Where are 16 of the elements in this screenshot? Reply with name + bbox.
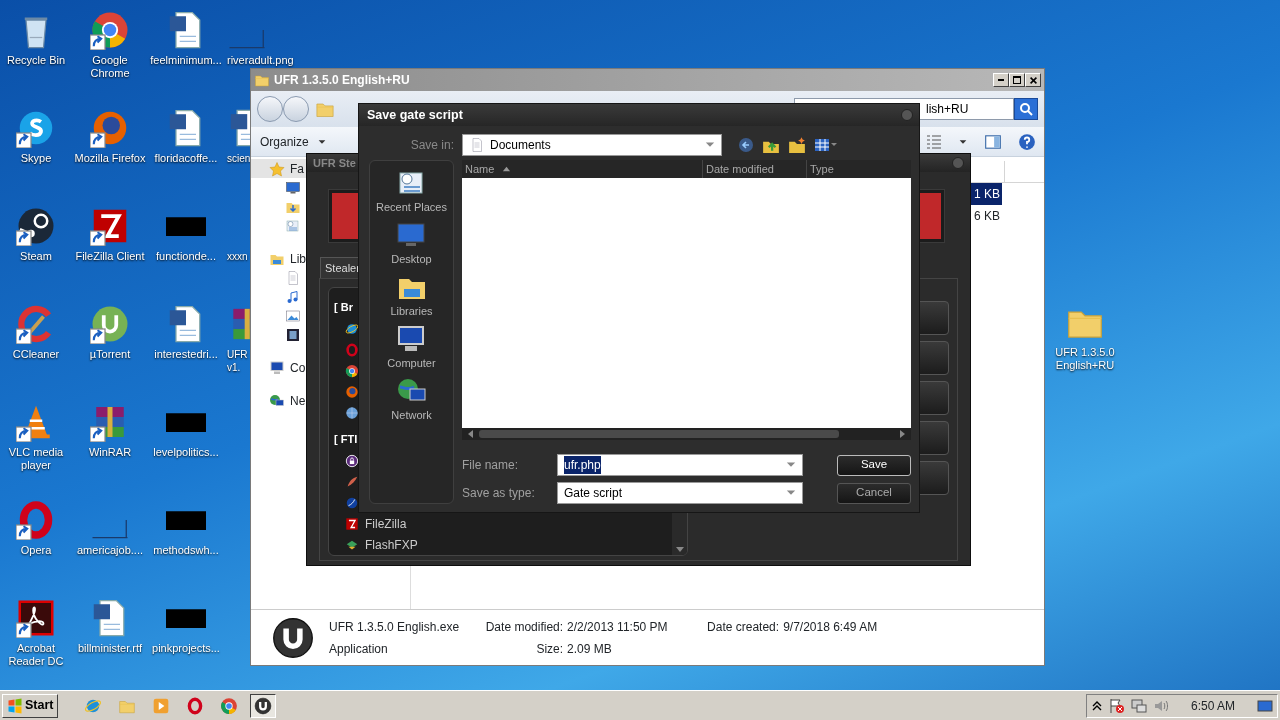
field-label: Save in: <box>409 136 454 154</box>
dialog-title: Save gate script <box>367 106 463 124</box>
detail-value: 9/7/2018 6:49 AM <box>783 618 878 636</box>
group-header: [ Br <box>334 300 353 315</box>
file-name: UFR 1.3.5.0 English.exe <box>329 618 460 636</box>
detail-value: 2.09 MB <box>567 640 613 658</box>
detail-label: Size: <box>536 640 564 658</box>
detail-label: Date modified: <box>485 618 564 636</box>
window-title: UFR 1.3.5.0 English+RU <box>274 72 410 89</box>
window-title: UFR Ste <box>313 155 356 171</box>
detail-label: Date created: <box>707 618 780 636</box>
file-type: Application <box>329 640 389 658</box>
field-label: File name: <box>462 457 520 474</box>
group-header: [ FTI <box>334 432 358 447</box>
field-label: Save as type: <box>462 485 536 502</box>
detail-value: 2/2/2013 11:50 PM <box>567 618 669 636</box>
